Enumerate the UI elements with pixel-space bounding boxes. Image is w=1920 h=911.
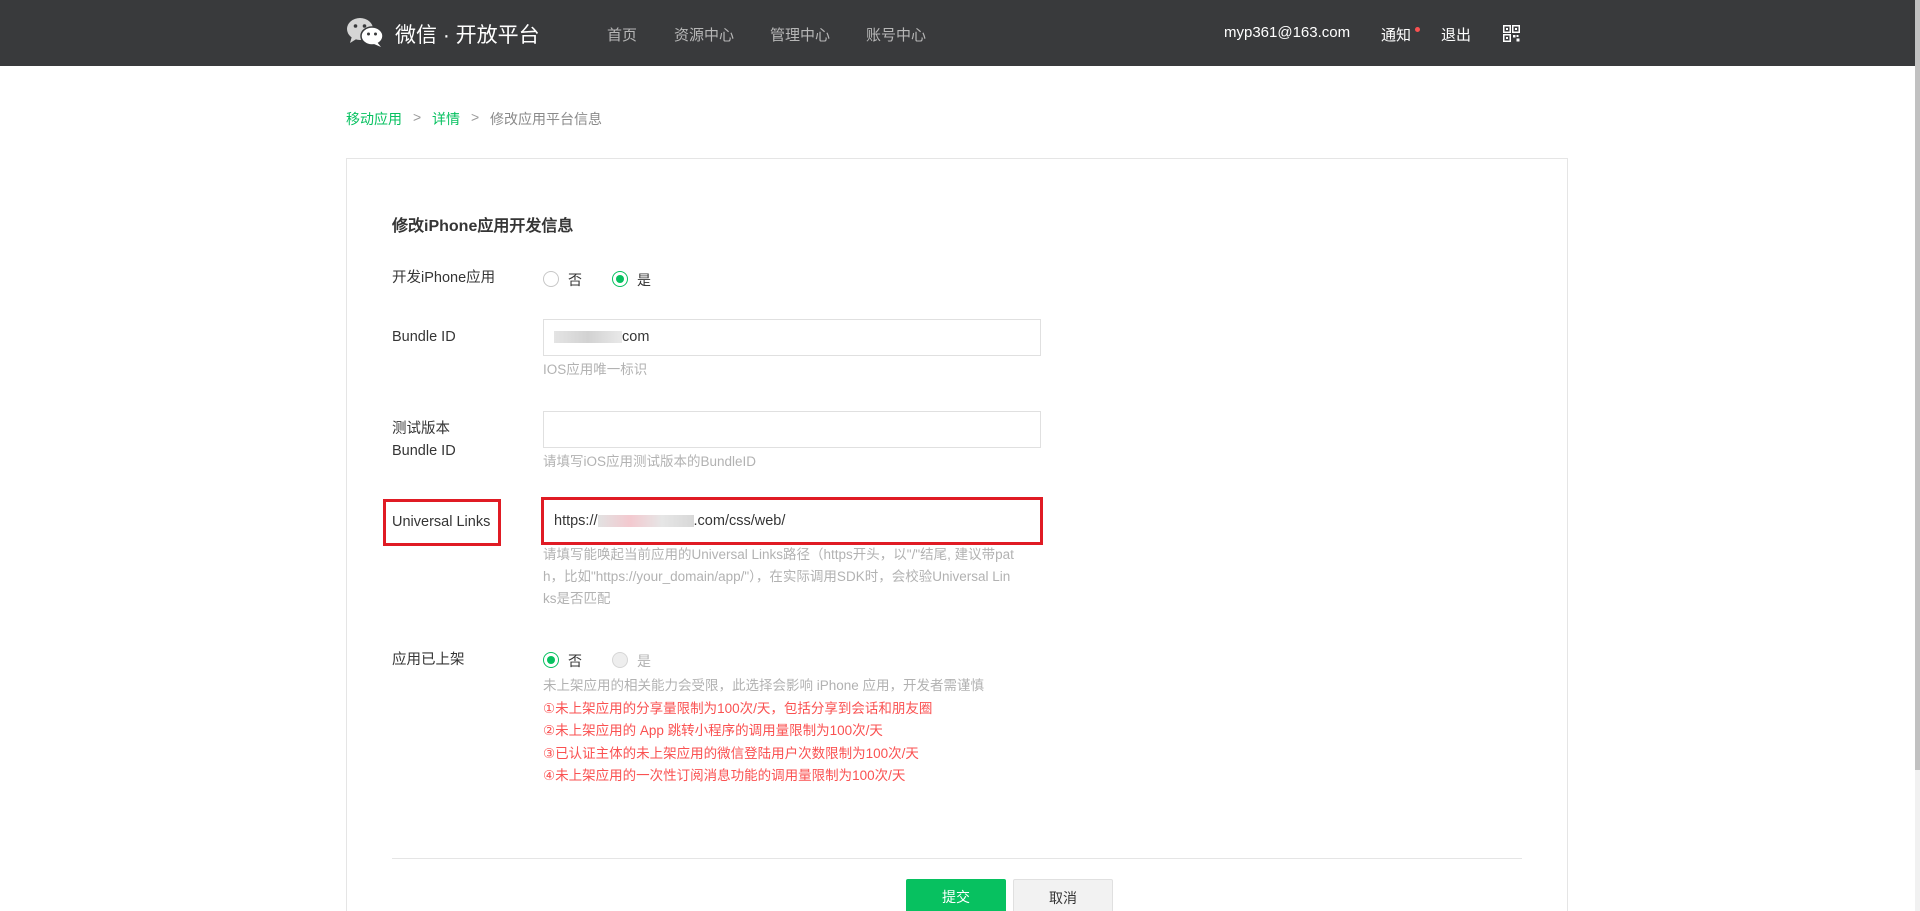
submit-button[interactable]: 提交	[906, 879, 1006, 911]
app-released-warning-4: ④未上架应用的一次性订阅消息功能的调用量限制为100次/天	[543, 768, 906, 783]
app-released-warning-1: ①未上架应用的分享量限制为100次/天，包括分享到会话和朋友圈	[543, 701, 933, 716]
redacted-text	[554, 331, 622, 344]
universal-links-hint-line2: h，比如"https://your_domain/app/"），在实际调用SDK…	[543, 569, 1011, 584]
bundle-id-hint: IOS应用唯一标识	[543, 362, 648, 377]
app-released-warning-2: ②未上架应用的 App 跳转小程序的调用量限制为100次/天	[543, 723, 883, 738]
universal-links-hint-line3: ks是否匹配	[543, 591, 611, 606]
test-bundle-id-label-line2: Bundle ID	[392, 443, 456, 459]
app-released-yes-radio[interactable]	[612, 652, 628, 668]
nav-home[interactable]: 首页	[607, 24, 637, 45]
app-released-no-label[interactable]: 否	[568, 651, 582, 671]
app-released-no-radio[interactable]	[543, 652, 559, 668]
redacted-text	[597, 515, 694, 528]
develop-iphone-no-radio[interactable]	[543, 271, 559, 287]
test-bundle-id-label-line1: 测试版本	[392, 421, 450, 437]
page-scrollbar-thumb[interactable]	[1915, 0, 1920, 770]
cancel-button[interactable]: 取消	[1013, 879, 1113, 911]
app-released-warning-3: ③已认证主体的未上架应用的微信登陆用户次数限制为100次/天	[543, 746, 919, 761]
breadcrumb-mobile-apps[interactable]: 移动应用	[346, 109, 402, 129]
bundle-id-label: Bundle ID	[392, 329, 456, 345]
nav-management[interactable]: 管理中心	[770, 24, 830, 45]
nav-account[interactable]: 账号中心	[866, 24, 926, 45]
universal-links-hint-line1: 请填写能唤起当前应用的Universal Links路径（https开头，以"/…	[543, 547, 1014, 562]
bundle-id-input[interactable]: com	[543, 319, 1041, 356]
bundle-id-value: com	[622, 329, 650, 345]
breadcrumb-current: 修改应用平台信息	[490, 111, 602, 127]
top-header	[0, 0, 1915, 66]
platform-brand[interactable]: 微信 · 开放平台	[395, 19, 540, 49]
breadcrumb-separator: >	[413, 109, 422, 125]
develop-iphone-label: 开发iPhone应用	[392, 270, 496, 286]
develop-iphone-yes-label[interactable]: 是	[637, 270, 651, 290]
breadcrumb-details[interactable]: 详情	[432, 109, 460, 129]
form-title: 修改iPhone应用开发信息	[392, 218, 574, 235]
test-bundle-id-input[interactable]	[543, 411, 1041, 448]
test-bundle-id-hint: 请填写iOS应用测试版本的BundleID	[543, 454, 757, 469]
user-email[interactable]: myp361@163.com	[1224, 24, 1350, 41]
universal-links-input[interactable]: https:// .com/css/web/	[543, 503, 1041, 540]
notification-dot	[1415, 27, 1420, 32]
universal-links-value-prefix: https://	[554, 513, 598, 529]
app-released-note: 未上架应用的相关能力会受限，此选择会影响 iPhone 应用，开发者需谨慎	[543, 678, 985, 693]
app-released-label: 应用已上架	[392, 652, 465, 668]
qrcode-icon[interactable]	[1503, 25, 1520, 42]
universal-links-value-suffix: .com/css/web/	[693, 513, 786, 529]
wechat-logo-icon[interactable]	[346, 16, 384, 48]
app-released-yes-label[interactable]: 是	[637, 651, 651, 671]
form-divider	[392, 858, 1522, 859]
breadcrumb-separator: >	[471, 109, 480, 125]
universal-links-label: Universal Links	[392, 514, 491, 530]
logout-link[interactable]: 退出	[1441, 24, 1471, 45]
develop-iphone-no-label[interactable]: 否	[568, 270, 582, 290]
notification-link[interactable]: 通知	[1381, 24, 1411, 45]
develop-iphone-yes-radio[interactable]	[612, 271, 628, 287]
nav-resources[interactable]: 资源中心	[674, 24, 734, 45]
